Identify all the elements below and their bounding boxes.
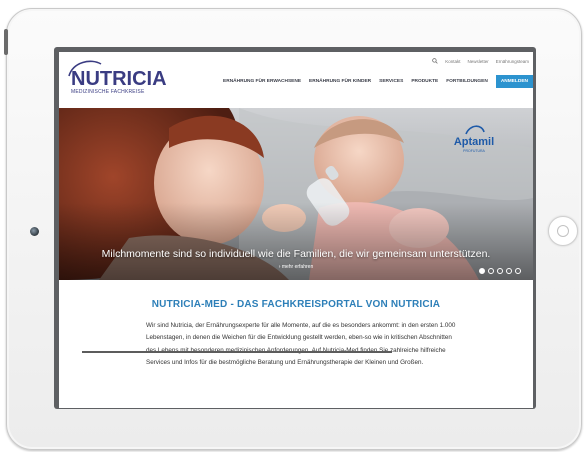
intro-section: NUTRICIA-MED - DAS FACHKREISPORTAL VON N… (59, 280, 533, 408)
camera-icon (30, 227, 39, 236)
login-button[interactable]: ANMELDEN (495, 75, 533, 88)
slider-dot[interactable] (506, 268, 512, 274)
browser-screen: NUTRICIA MEDIZINISCHE FACHKREISE Kontakt… (59, 52, 533, 408)
logo-subtitle: MEDIZINISCHE FACHKREISE (71, 89, 145, 95)
nav-item-services[interactable]: SERVICES (379, 79, 403, 84)
slider-dot[interactable] (515, 268, 521, 274)
tablet-side-button (4, 29, 8, 55)
hero-caption: Milchmomente sind so individuell wie die… (101, 248, 491, 260)
search-icon[interactable] (432, 58, 438, 64)
logo-text: NUTRICIA (71, 68, 167, 90)
aptamil-logo-text: Aptamil (453, 136, 495, 148)
intro-paragraph: Wir sind Nutricia, der Ernährungsexperte… (146, 322, 456, 366)
aptamil-logo-subtitle: PROFUTURA (463, 149, 485, 153)
page-headline: NUTRICIA-MED - DAS FACHKREISPORTAL VON N… (151, 299, 441, 310)
util-link-ernaehrungsteam[interactable]: Ernährungsteam (496, 59, 529, 64)
slider-dot[interactable] (497, 268, 503, 274)
site-header: NUTRICIA MEDIZINISCHE FACHKREISE Kontakt… (59, 52, 533, 106)
hero-slider[interactable]: Aptamil PROFUTURA Milchmomente sind so i… (59, 108, 533, 280)
hero-more-link[interactable]: › mehr erfahren (59, 264, 533, 270)
home-button[interactable] (548, 216, 578, 246)
util-link-newsletter[interactable]: Newsletter (467, 59, 488, 64)
nav-item-fortbildungen[interactable]: FORTBILDUNGEN (446, 79, 488, 84)
utility-links: Kontakt Newsletter Ernährungsteam (432, 58, 529, 64)
main-navigation: ERNÄHRUNG FÜR ERWACHSENE ERNÄHRUNG FÜR K… (223, 75, 533, 88)
aptamil-badge: Aptamil PROFUTURA (448, 122, 500, 158)
util-link-kontakt[interactable]: Kontakt (445, 59, 460, 64)
slider-pagination (479, 268, 521, 274)
slider-dot[interactable] (488, 268, 494, 274)
nav-item-kinder[interactable]: ERNÄHRUNG FÜR KINDER (309, 79, 371, 84)
nav-item-produkte[interactable]: PRODUKTE (411, 79, 438, 84)
slider-dot[interactable] (479, 268, 485, 274)
nutricia-logo[interactable]: NUTRICIA MEDIZINISCHE FACHKREISE (65, 60, 167, 98)
screen-bottom-divider (82, 351, 392, 353)
nav-item-erwachsene[interactable]: ERNÄHRUNG FÜR ERWACHSENE (223, 79, 301, 84)
